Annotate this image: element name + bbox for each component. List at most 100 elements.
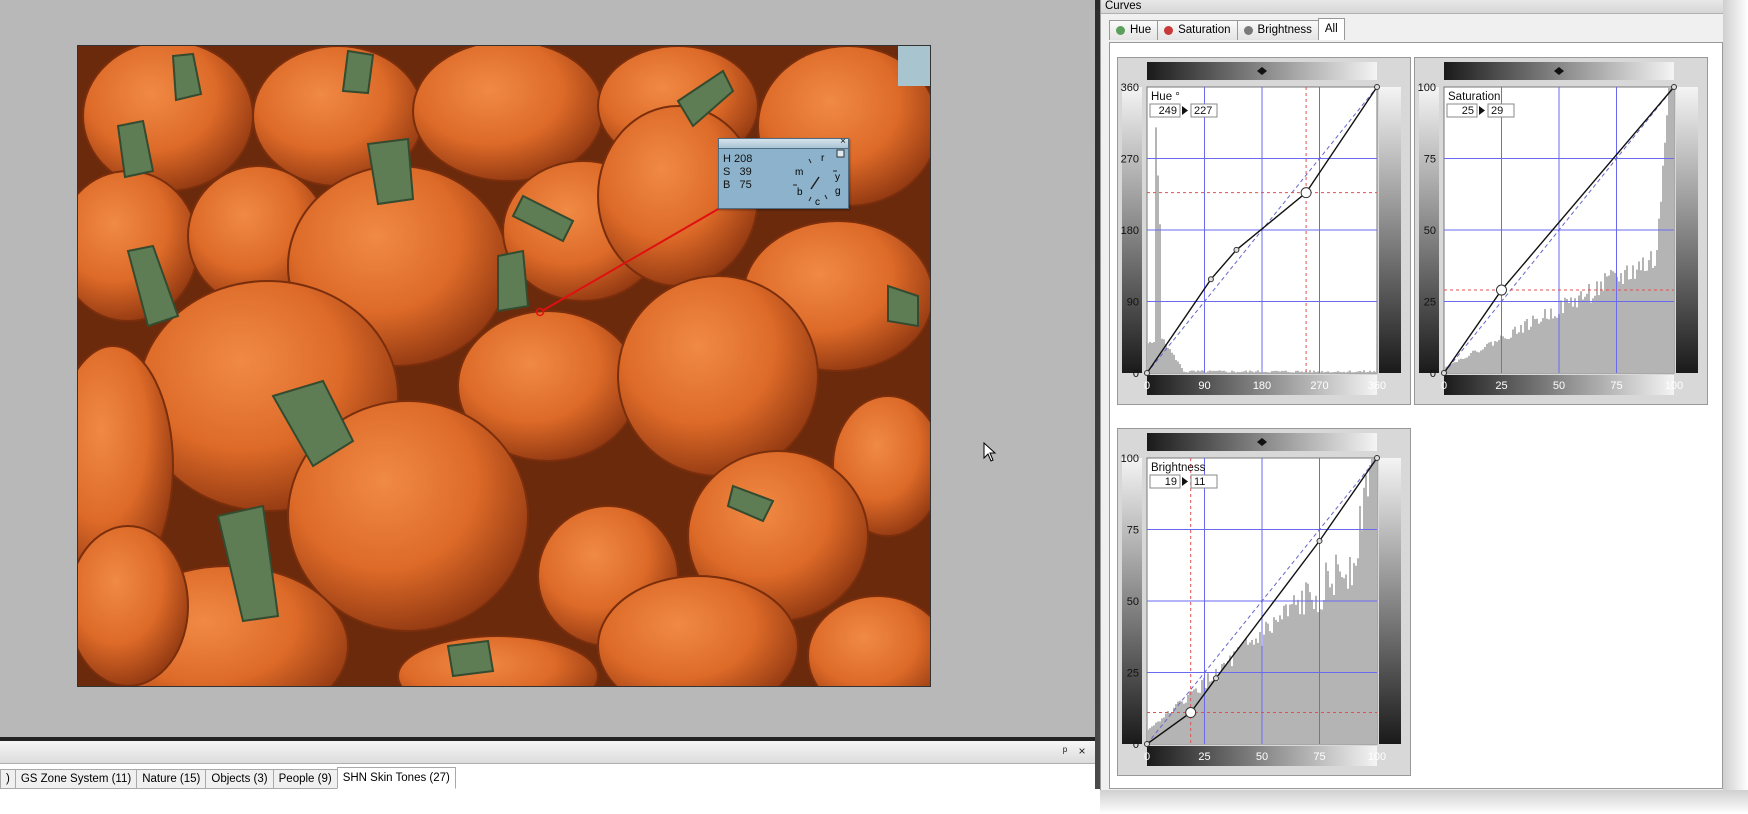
readout-out-value: 11 [1194,476,1205,488]
window-shadow-bottom [1100,790,1748,814]
histogram-bar [1570,297,1572,373]
histogram-bar [1251,640,1253,744]
histogram-bar [1317,612,1319,744]
saturation-readout: S 39 [723,166,752,178]
chart-title: Saturation [1448,91,1500,103]
control-point [1441,370,1447,376]
histogram-bar [1530,326,1532,373]
readout-in-value: 249 [1159,105,1177,117]
histogram-bar [1630,279,1632,373]
preset-tab-people[interactable]: People (9) [272,769,338,789]
histogram-bar [1590,302,1592,373]
histogram-bar [1323,599,1325,744]
histogram-bar [1219,370,1221,373]
histogram-bar [1636,269,1638,373]
preset-tab-nature[interactable]: Nature (15) [136,769,207,789]
histogram-bar [1604,273,1606,373]
histogram-bar [1303,614,1305,744]
histogram-bar [1524,321,1526,373]
y-tick-label: 25 [1424,297,1436,309]
info-box-titlebar[interactable]: × [719,136,848,149]
active-control-point [1300,187,1312,199]
preset-tab-partial[interactable]: ) [0,769,16,789]
histogram-bar [1634,278,1636,373]
y-tick-label: 75 [1127,525,1139,537]
histogram-bar [1586,293,1588,373]
wheel-letter-r: r [821,153,825,164]
histogram-bar [1241,644,1243,744]
histogram-bar [1618,281,1620,373]
histogram-bar [1454,362,1456,373]
close-panel-icon[interactable]: × [1075,744,1089,758]
histogram-bar [1540,321,1542,373]
histogram-bar [1365,475,1367,744]
histogram-bar [1205,687,1207,744]
histogram-bar [1456,361,1458,373]
brightness-curve-chart[interactable]: 0 25 50 75 100 0 25 50 75 100 Brightness 19 11 [1117,428,1411,776]
histogram-bar [1161,718,1163,744]
hsb-info-box[interactable]: × H 208 S 39 B 75 r y g c b m [718,136,849,209]
histogram-bar [1624,269,1626,373]
histogram-bar [1654,265,1656,373]
y-tick-label: 100 [1418,82,1436,94]
histogram-bar [1343,578,1345,744]
histogram-bar [1506,338,1508,373]
histogram-bar [1237,371,1239,373]
histogram-bar [1309,592,1311,744]
histogram-bar [1195,371,1197,373]
wheel-letter-b: b [797,187,803,198]
tab-saturation-label: Saturation [1178,24,1231,36]
histogram-bar [1279,371,1281,373]
histogram-bar [1373,371,1375,373]
histogram-bar [1257,642,1259,744]
histogram-bar [1235,372,1237,373]
tab-hue[interactable]: Hue [1109,20,1159,40]
histogram-bar [1159,224,1161,373]
histogram-bar [1223,370,1225,373]
hue-curve-chart[interactable]: 0 90 180 270 360 0 90 180 270 360 Hue ° 249 227 [1117,57,1411,405]
tab-all[interactable]: All [1317,18,1345,40]
histogram-bar [1147,343,1149,373]
control-point [1213,675,1219,682]
histogram-bar [1259,632,1261,744]
histogram-bar [1339,371,1341,373]
preset-tab-shn-skin-tones[interactable]: SHN Skin Tones (27) [336,767,456,789]
histogram-bar [1628,279,1630,373]
histogram-bar [1285,604,1287,744]
tab-saturation[interactable]: Saturation [1157,20,1238,40]
histogram-bar [1197,692,1199,744]
preset-tab-gs-zone-system[interactable]: GS Zone System (11) [14,769,138,789]
histogram-bar [1496,341,1498,373]
histogram-bar [1225,664,1227,744]
preset-tab-objects[interactable]: Objects (3) [205,769,274,789]
histogram-bar [1347,371,1349,373]
histogram-bar [1365,372,1367,373]
histogram-bar [1355,371,1357,373]
histogram-bar [1291,603,1293,744]
histogram-bar [1183,371,1185,373]
saturation-curve-chart[interactable]: 0 25 50 75 100 0 25 50 75 100 Saturation 25 29 [1414,57,1708,405]
y-tick-label: 75 [1424,154,1436,166]
readout-out-value: 227 [1194,105,1212,117]
histogram-bar [1580,291,1582,373]
histogram-bar [1325,371,1327,373]
histogram-bar [1520,324,1522,373]
y-tick-label: 0 [1133,739,1139,751]
preset-tabs: ) GS Zone System (11) Nature (15) Object… [0,767,456,789]
histogram-bar [1245,370,1247,373]
histogram-bar [1331,583,1333,744]
tab-brightness[interactable]: Brightness [1236,20,1319,40]
histogram-bar [1510,337,1512,373]
info-box-close-icon[interactable]: × [840,136,846,148]
active-control-point [1185,707,1197,719]
histogram-bar [1313,370,1315,373]
histogram-bar [1610,269,1612,373]
histogram-bar [1231,370,1233,373]
histogram-bar [1181,367,1183,373]
histogram-bar [1528,329,1530,373]
histogram-bar [1502,336,1504,373]
histogram-bar [1235,652,1237,744]
pin-icon[interactable]: ᵖ [1058,744,1072,758]
histogram-bar [1337,371,1339,373]
histogram-bar [1640,270,1642,373]
